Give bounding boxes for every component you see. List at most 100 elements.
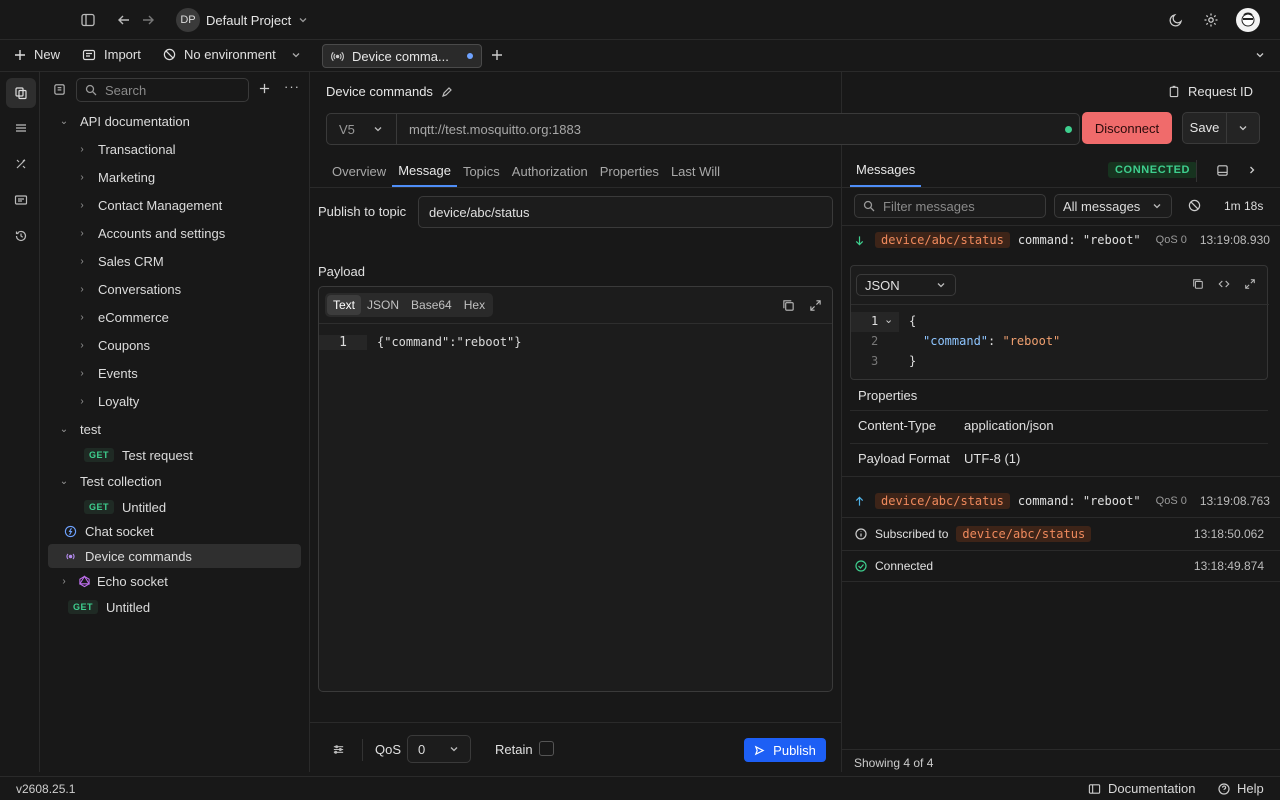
folder-item[interactable]: › Sales CRM — [48, 249, 301, 273]
new-button[interactable]: New — [14, 47, 60, 62]
gear-icon[interactable] — [1203, 12, 1219, 28]
chevron-right-icon: › — [80, 199, 84, 211]
payload-line[interactable]: 1 {"command":"reboot"} — [319, 332, 832, 352]
tab-device-commands[interactable]: Device comma... — [322, 44, 482, 68]
qos-select[interactable]: 0 — [407, 735, 471, 763]
payload-text: {"command":"reboot"} — [377, 335, 522, 349]
graphql-icon — [78, 574, 91, 588]
format-json[interactable]: JSON — [361, 295, 405, 315]
moon-icon[interactable] — [1168, 12, 1184, 28]
folder-item[interactable]: › Loyalty — [48, 389, 301, 413]
expand-icon[interactable] — [809, 299, 822, 312]
event-row-subscribed[interactable]: Subscribed to device/abc/status 13:18:50… — [842, 519, 1280, 549]
request-tabs: Overview Message Topics Authorization Pr… — [326, 155, 726, 187]
tab-messages[interactable]: Messages — [850, 154, 922, 187]
connected-time: 13:18:49.874 — [1193, 559, 1264, 573]
folder-label: Conversations — [98, 281, 182, 297]
tab-message[interactable]: Message — [392, 155, 457, 187]
folder-item[interactable]: › Contact Management — [48, 193, 301, 217]
message-filter-select[interactable]: All messages — [1054, 194, 1172, 218]
import-button[interactable]: Import — [82, 47, 141, 62]
url-input[interactable]: mqtt://test.mosquitto.org:1883 — [409, 122, 1065, 137]
environment-select[interactable]: No environment — [163, 47, 302, 62]
version-select[interactable]: V5 — [327, 114, 397, 144]
back-arrow-icon[interactable] — [116, 12, 132, 28]
folder-item[interactable]: › Accounts and settings — [48, 221, 301, 245]
folder-item[interactable]: › Transactional — [48, 137, 301, 161]
request-untitled[interactable]: GET Untitled — [48, 495, 301, 519]
search-input[interactable]: Search — [105, 83, 146, 98]
message-row[interactable]: device/abc/status command: "reboot" QoS … — [842, 225, 1280, 255]
documentation-link[interactable]: Documentation — [1088, 781, 1195, 796]
tab-authorization[interactable]: Authorization — [506, 155, 594, 187]
layout-panel-icon[interactable] — [1216, 164, 1229, 177]
event-row-connected[interactable]: Connected 13:18:49.874 — [842, 551, 1280, 581]
environments-icon[interactable] — [6, 113, 36, 143]
folder-label: Accounts and settings — [98, 225, 226, 241]
help-link[interactable]: Help — [1218, 781, 1264, 796]
project-switcher[interactable]: DP Default Project — [176, 8, 309, 32]
chevron-right-icon: › — [80, 255, 84, 267]
publish-button[interactable]: Publish — [744, 738, 826, 762]
folder-item[interactable]: › Conversations — [48, 277, 301, 301]
request-title[interactable]: Device commands — [326, 84, 433, 99]
format-hex[interactable]: Hex — [458, 295, 491, 315]
plus-icon[interactable] — [259, 83, 270, 94]
filter-messages-input[interactable]: Filter messages — [854, 194, 1046, 218]
request-chat-socket[interactable]: Chat socket — [48, 519, 301, 543]
messages-count: Showing 4 of 4 — [854, 756, 934, 770]
save-button-group: Save — [1182, 112, 1260, 144]
publish-topic-label: Publish to topic — [318, 204, 407, 219]
collections-icon[interactable] — [6, 78, 36, 108]
chevron-down-icon[interactable] — [1254, 49, 1266, 61]
save-button[interactable]: Save — [1183, 113, 1227, 143]
pencil-icon[interactable] — [441, 86, 453, 98]
copy-icon[interactable] — [1192, 278, 1204, 290]
folder-item[interactable]: › Events — [48, 361, 301, 385]
format-base64[interactable]: Base64 — [405, 295, 458, 315]
message-row[interactable]: device/abc/status command: "reboot" QoS … — [842, 486, 1280, 516]
app-version: v2608.25.1 — [16, 781, 76, 796]
publish-topic-input[interactable]: device/abc/status — [418, 196, 833, 228]
send-icon — [754, 745, 765, 756]
format-text[interactable]: Text — [327, 295, 362, 315]
detail-format-select[interactable]: JSON — [856, 274, 956, 296]
info-icon — [855, 528, 867, 540]
more-icon[interactable]: ··· — [284, 79, 300, 94]
clear-icon[interactable] — [1188, 199, 1201, 212]
collection-icon[interactable] — [53, 83, 66, 96]
retain-checkbox[interactable] — [539, 741, 554, 756]
request-device-commands[interactable]: Device commands — [48, 544, 301, 568]
folder-item[interactable]: › Marketing — [48, 165, 301, 189]
folder-echo-socket[interactable]: › Echo socket — [48, 569, 301, 593]
forward-arrow-icon[interactable] — [140, 12, 156, 28]
monitor-icon[interactable] — [6, 185, 36, 215]
folder-item[interactable]: › eCommerce — [48, 305, 301, 329]
copy-icon[interactable] — [782, 299, 795, 312]
folder-item[interactable]: › Coupons — [48, 333, 301, 357]
chevron-down-icon[interactable] — [1227, 122, 1259, 134]
code-key: "command" — [923, 334, 989, 348]
user-avatar[interactable] — [1236, 8, 1260, 32]
chevron-right-icon[interactable] — [1246, 164, 1258, 176]
folder-test-collection[interactable]: ⌄ Test collection — [48, 469, 301, 493]
disconnect-button[interactable]: Disconnect — [1082, 112, 1172, 144]
add-tab-icon[interactable] — [491, 49, 503, 61]
tab-overview[interactable]: Overview — [326, 155, 392, 187]
request-test-request[interactable]: GET Test request — [48, 443, 301, 467]
folder-api-documentation[interactable]: ⌄ API documentation — [48, 109, 301, 133]
folder-test[interactable]: ⌄ test — [48, 417, 301, 441]
sidebar-toggle-icon[interactable] — [80, 12, 96, 28]
request-untitled-2[interactable]: GET Untitled — [48, 595, 301, 619]
tools-icon[interactable] — [6, 149, 36, 179]
sidebar-search[interactable]: Search — [76, 78, 249, 102]
tab-topics[interactable]: Topics — [457, 155, 506, 187]
request-id-button[interactable]: Request ID — [1168, 84, 1253, 99]
expand-icon[interactable] — [1244, 278, 1256, 290]
history-icon[interactable] — [6, 221, 36, 251]
tab-properties[interactable]: Properties — [594, 155, 665, 187]
sliders-icon[interactable] — [332, 743, 345, 756]
tab-last-will[interactable]: Last Will — [665, 155, 726, 187]
fold-chevron-icon[interactable]: ⌄ — [884, 313, 893, 326]
code-icon[interactable] — [1218, 278, 1230, 290]
